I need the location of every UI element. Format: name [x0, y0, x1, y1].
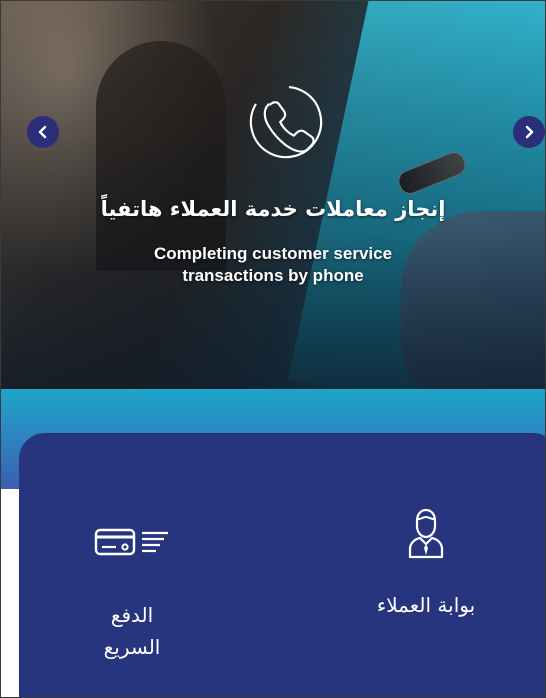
banner-title-english: Completing customer service transactions…: [81, 243, 465, 287]
quick-pay-label-line1: الدفع: [110, 603, 154, 627]
customer-portal-button[interactable]: بوابة العملاء: [341, 507, 511, 621]
quick-pay-label-line2: السريع: [103, 635, 161, 659]
banner-title-arabic: إنجاز معاملات خدمة العملاء هاتفياً: [100, 197, 446, 221]
customer-portal-label: بوابة العملاء: [376, 593, 476, 617]
hero-banner[interactable]: إنجاز معاملات خدمة العملاء هاتفياً Compl…: [1, 1, 545, 389]
carousel-prev-button[interactable]: [27, 116, 59, 148]
customer-agent-icon: [408, 508, 444, 559]
phone-icon: [249, 85, 323, 159]
quick-pay-button[interactable]: الدفع السريع: [67, 527, 197, 663]
app-screen: إنجاز معاملات خدمة العملاء هاتفياً Compl…: [0, 0, 546, 698]
banner-title-english-line1: Completing customer service: [153, 244, 393, 263]
banner-title-english-line2: transactions by phone: [182, 266, 364, 285]
carousel-next-button[interactable]: [513, 116, 545, 148]
chevron-right-icon: [525, 125, 534, 139]
payment-card-icon: [94, 528, 168, 556]
chevron-left-icon: [38, 125, 47, 139]
banner-overlay: [1, 1, 545, 389]
